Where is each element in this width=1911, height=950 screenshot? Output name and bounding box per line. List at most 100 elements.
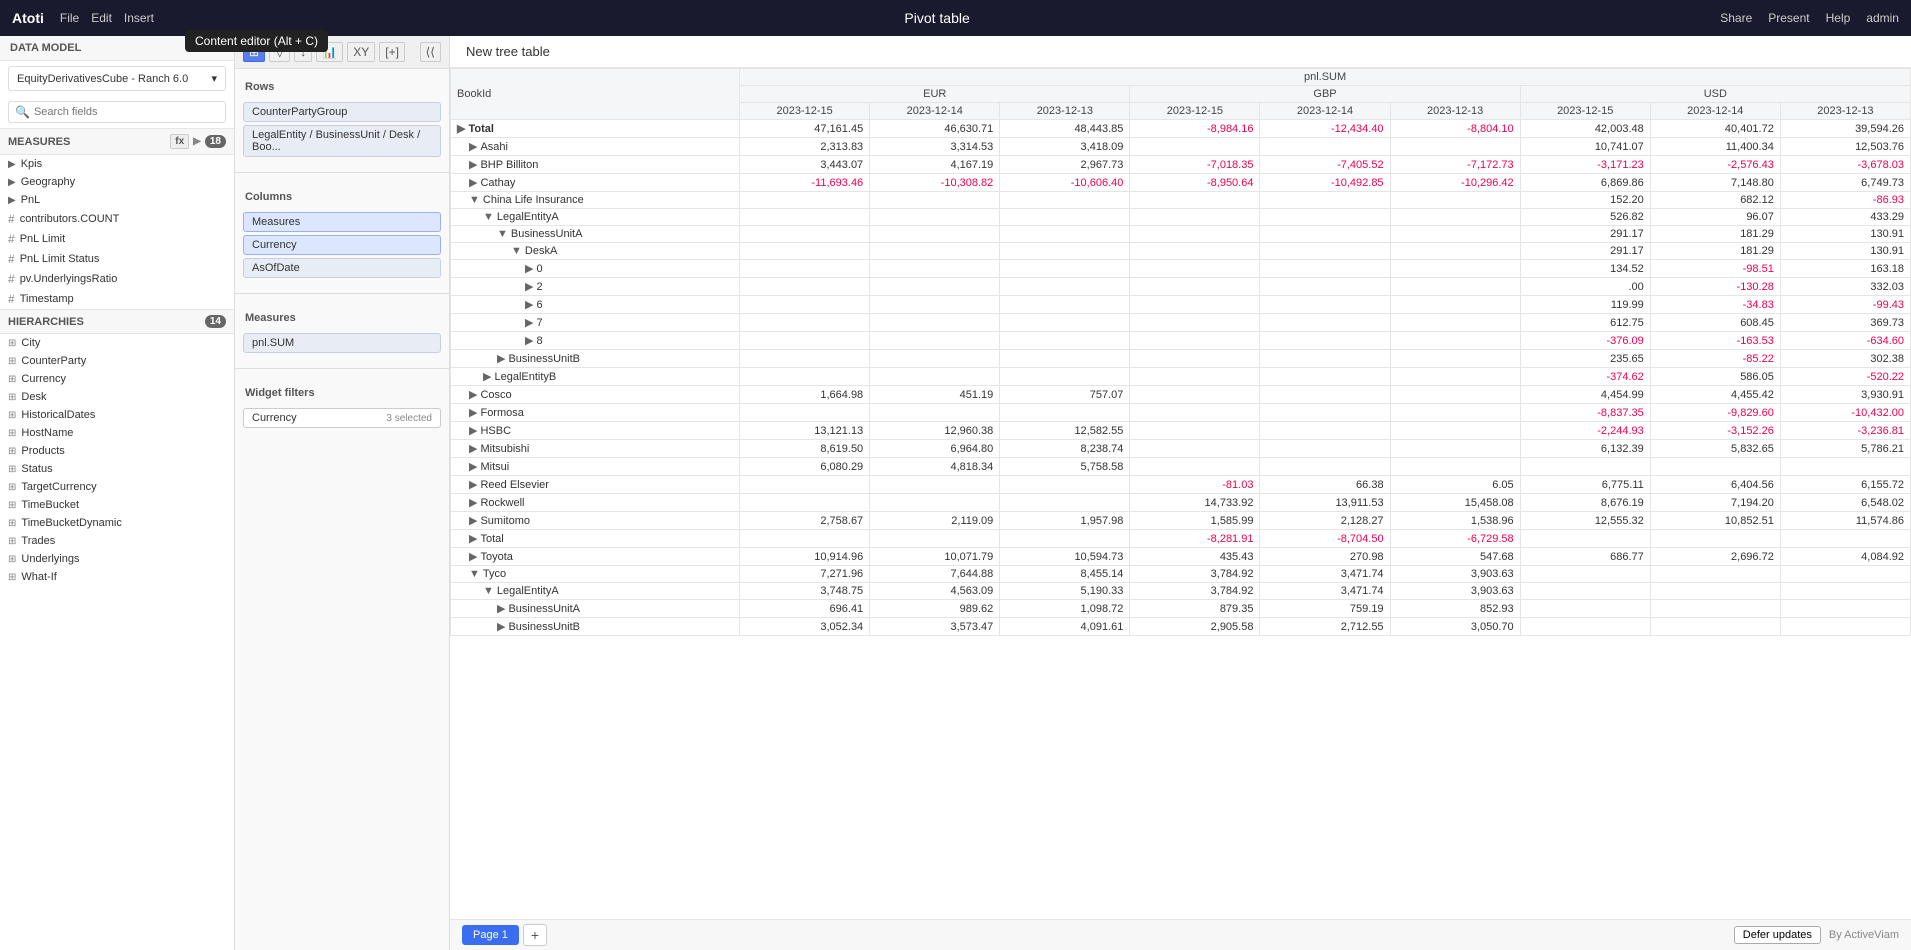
expand-arrow-4[interactable]: ▼: [469, 194, 480, 206]
share-button[interactable]: Share: [1720, 11, 1752, 25]
expand-arrow-11[interactable]: ▶: [525, 317, 533, 329]
row-label-3[interactable]: ▶Cathay: [451, 174, 740, 192]
row-label-24[interactable]: ▶Toyota: [451, 548, 740, 566]
sidebar-item-target-currency[interactable]: ⊞ TargetCurrency: [0, 478, 234, 496]
fx-button[interactable]: fx: [170, 134, 189, 149]
expand-arrow-13[interactable]: ▶: [497, 353, 505, 365]
expand-arrow-9[interactable]: ▶: [525, 281, 533, 293]
menu-insert[interactable]: Insert: [124, 11, 154, 25]
row-label-23[interactable]: ▶Total: [451, 530, 740, 548]
user-menu[interactable]: admin: [1866, 11, 1899, 25]
row-label-26[interactable]: ▼LegalEntityA: [451, 583, 740, 600]
expand-arrow-5[interactable]: ▼: [483, 211, 494, 223]
expand-arrow-26[interactable]: ▼: [483, 585, 494, 597]
sidebar-item-trades[interactable]: ⊞ Trades: [0, 532, 234, 550]
add-page-button[interactable]: +: [523, 924, 547, 946]
sidebar-item-products[interactable]: ⊞ Products: [0, 442, 234, 460]
config-bracket-btn[interactable]: [+]: [379, 42, 405, 62]
row-label-25[interactable]: ▼Tyco: [451, 566, 740, 583]
sidebar-item-timebucket-dynamic[interactable]: ⊞ TimeBucketDynamic: [0, 514, 234, 532]
expand-arrow-21[interactable]: ▶: [469, 497, 477, 509]
columns-chip-measures[interactable]: Measures: [243, 212, 441, 232]
row-label-2[interactable]: ▶BHP Billiton: [451, 156, 740, 174]
search-input[interactable]: [34, 106, 219, 118]
filter-chip-currency[interactable]: Currency 3 selected: [243, 408, 441, 428]
rows-chip-counterparty[interactable]: CounterPartyGroup: [243, 102, 441, 122]
row-label-13[interactable]: ▶BusinessUnitB: [451, 350, 740, 368]
expand-arrow-15[interactable]: ▶: [469, 389, 477, 401]
sidebar-item-counterparty[interactable]: ⊞ CounterParty: [0, 352, 234, 370]
measures-chip-pnl-sum[interactable]: pnl.SUM: [243, 333, 441, 353]
expand-arrow-14[interactable]: ▶: [483, 371, 491, 383]
help-button[interactable]: Help: [1826, 11, 1851, 25]
expand-arrow-24[interactable]: ▶: [469, 551, 477, 563]
expand-arrow-19[interactable]: ▶: [469, 461, 477, 473]
row-label-28[interactable]: ▶BusinessUnitB: [451, 618, 740, 636]
sidebar-item-kpis[interactable]: ▶ Kpis: [0, 155, 234, 173]
expand-arrow-8[interactable]: ▶: [525, 263, 533, 275]
config-collapse-btn[interactable]: ⟨⟨: [420, 42, 441, 62]
sidebar-item-what-if[interactable]: ⊞ What-If: [0, 568, 234, 586]
row-label-19[interactable]: ▶Mitsui: [451, 458, 740, 476]
expand-arrow-2[interactable]: ▶: [469, 159, 477, 171]
expand-arrow-3[interactable]: ▶: [469, 177, 477, 189]
row-label-9[interactable]: ▶2: [451, 278, 740, 296]
expand-arrow-10[interactable]: ▶: [525, 299, 533, 311]
row-label-17[interactable]: ▶HSBC: [451, 422, 740, 440]
expand-arrow-25[interactable]: ▼: [469, 568, 480, 580]
row-label-14[interactable]: ▶LegalEntityB: [451, 368, 740, 386]
expand-arrow-23[interactable]: ▶: [469, 533, 477, 545]
sidebar-item-pnl-limit-status[interactable]: # PnL Limit Status: [0, 249, 234, 269]
row-label-16[interactable]: ▶Formosa: [451, 404, 740, 422]
search-box[interactable]: 🔍: [8, 101, 226, 123]
expand-arrow-18[interactable]: ▶: [469, 443, 477, 455]
sidebar-item-timebucket[interactable]: ⊞ TimeBucket: [0, 496, 234, 514]
defer-updates-button[interactable]: Defer updates: [1734, 926, 1821, 944]
row-label-18[interactable]: ▶Mitsubishi: [451, 440, 740, 458]
expand-arrow-22[interactable]: ▶: [469, 515, 477, 527]
sidebar-item-timestamp[interactable]: # Timestamp: [0, 289, 234, 309]
expand-arrow-20[interactable]: ▶: [469, 479, 477, 491]
expand-arrow-28[interactable]: ▶: [497, 621, 505, 633]
row-label-21[interactable]: ▶Rockwell: [451, 494, 740, 512]
row-label-4[interactable]: ▼China Life Insurance: [451, 192, 740, 209]
config-xy-btn[interactable]: XY: [347, 42, 375, 62]
sidebar-item-currency[interactable]: ⊞ Currency: [0, 370, 234, 388]
row-label-20[interactable]: ▶Reed Elsevier: [451, 476, 740, 494]
row-label-11[interactable]: ▶7: [451, 314, 740, 332]
expand-arrow-6[interactable]: ▼: [497, 228, 508, 240]
sidebar-item-pnl-limit[interactable]: # PnL Limit: [0, 229, 234, 249]
rows-chip-legal-entity[interactable]: LegalEntity / BusinessUnit / Desk / Boo.…: [243, 125, 441, 157]
row-label-22[interactable]: ▶Sumitomo: [451, 512, 740, 530]
sidebar-item-city[interactable]: ⊞ City: [0, 334, 234, 352]
menu-edit[interactable]: Edit: [91, 11, 112, 25]
columns-chip-asofdate[interactable]: AsOfDate: [243, 258, 441, 278]
row-label-27[interactable]: ▶BusinessUnitA: [451, 600, 740, 618]
sidebar-item-underlyings[interactable]: ⊞ Underlyings: [0, 550, 234, 568]
sidebar-item-pnl[interactable]: ▶ PnL: [0, 191, 234, 209]
expand-arrow-1[interactable]: ▶: [469, 141, 477, 153]
expand-arrow-7[interactable]: ▼: [511, 245, 522, 257]
expand-arrow-0[interactable]: ▶: [457, 123, 465, 135]
sidebar-item-geography[interactable]: ▶ Geography: [0, 173, 234, 191]
expand-arrow-16[interactable]: ▶: [469, 407, 477, 419]
table-container[interactable]: BookId pnl.SUM EUR GBP USD 2023-12-15202…: [450, 68, 1911, 919]
sidebar-item-hostname[interactable]: ⊞ HostName: [0, 424, 234, 442]
expand-arrow-12[interactable]: ▶: [525, 335, 533, 347]
row-label-15[interactable]: ▶Cosco: [451, 386, 740, 404]
menu-file[interactable]: File: [60, 11, 79, 25]
row-label-8[interactable]: ▶0: [451, 260, 740, 278]
sidebar-item-historical-dates[interactable]: ⊞ HistoricalDates: [0, 406, 234, 424]
page-tab-1[interactable]: Page 1: [462, 925, 519, 945]
expand-arrow-27[interactable]: ▶: [497, 603, 505, 615]
row-label-1[interactable]: ▶Asahi: [451, 138, 740, 156]
row-label-10[interactable]: ▶6: [451, 296, 740, 314]
columns-chip-currency[interactable]: Currency: [243, 235, 441, 255]
cube-selector[interactable]: EquityDerivativesCube - Ranch 6.0 ▾: [8, 66, 226, 91]
row-label-5[interactable]: ▼LegalEntityA: [451, 209, 740, 226]
sidebar-item-contributors-count[interactable]: # contributors.COUNT: [0, 209, 234, 229]
present-button[interactable]: Present: [1768, 11, 1809, 25]
sidebar-item-status[interactable]: ⊞ Status: [0, 460, 234, 478]
row-label-0[interactable]: ▶Total: [451, 120, 740, 138]
expand-arrow-17[interactable]: ▶: [469, 425, 477, 437]
